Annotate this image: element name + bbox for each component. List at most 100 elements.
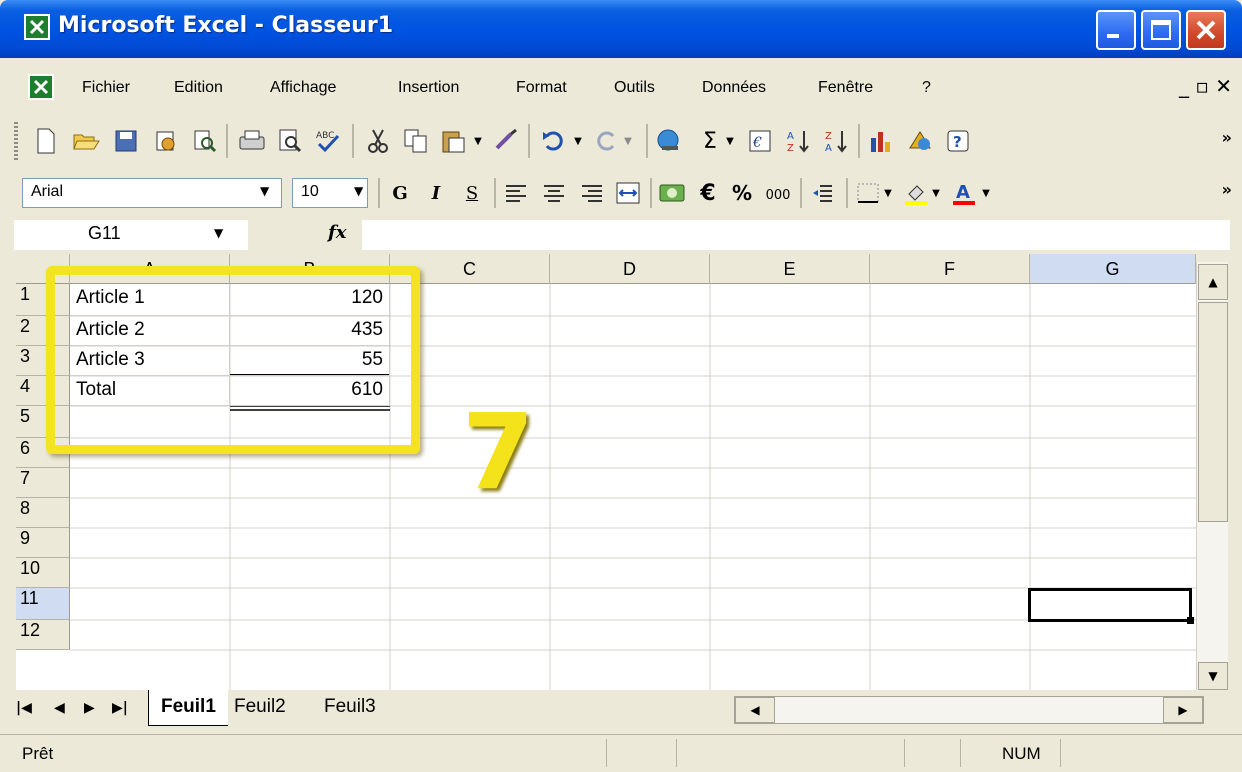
- bold-button[interactable]: G: [384, 177, 416, 209]
- copy-icon[interactable]: [400, 125, 432, 157]
- step-number-annotation: 7: [462, 391, 535, 513]
- column-header-e[interactable]: E: [710, 254, 870, 284]
- horizontal-scrollbar[interactable]: ◀ ▶: [734, 696, 1204, 724]
- redo-dropdown-icon[interactable]: ▼: [620, 125, 636, 157]
- drawing-icon[interactable]: [904, 125, 936, 157]
- fill-dropdown-icon[interactable]: ▼: [928, 177, 944, 209]
- tab-feuil3[interactable]: Feuil3: [324, 690, 376, 726]
- paste-dropdown-icon[interactable]: ▼: [470, 125, 486, 157]
- menu-insertion[interactable]: Insertion: [398, 79, 459, 97]
- chevron-down-icon[interactable]: ▼: [354, 184, 363, 198]
- column-header-f[interactable]: F: [870, 254, 1030, 284]
- menu-affichage[interactable]: Affichage: [270, 79, 336, 97]
- help-icon[interactable]: ?: [942, 125, 974, 157]
- scroll-up-icon[interactable]: ▲: [1198, 264, 1228, 300]
- toolbar-separator: [650, 178, 652, 208]
- close-button[interactable]: [1186, 10, 1226, 50]
- autosum-dropdown-icon[interactable]: ▼: [722, 125, 738, 157]
- toolbar-grip[interactable]: [14, 122, 18, 160]
- underline-button[interactable]: S: [456, 177, 488, 209]
- fill-handle[interactable]: [1187, 617, 1194, 624]
- chevron-down-icon[interactable]: ▼: [214, 226, 223, 240]
- title-bar[interactable]: Microsoft Excel - Classeur1: [0, 0, 1242, 58]
- column-header-d[interactable]: D: [550, 254, 710, 284]
- menu-help[interactable]: ?: [922, 79, 931, 97]
- search-icon[interactable]: [188, 125, 220, 157]
- toolbar-separator: [646, 124, 648, 158]
- menu-format[interactable]: Format: [516, 79, 567, 97]
- undo-icon[interactable]: [538, 125, 570, 157]
- paste-icon[interactable]: [438, 125, 470, 157]
- svg-text:ABC: ABC: [316, 131, 334, 141]
- row-header-8[interactable]: 8: [16, 498, 70, 528]
- row-header-9[interactable]: 9: [16, 528, 70, 558]
- maximize-button[interactable]: [1141, 10, 1181, 50]
- last-sheet-icon[interactable]: ▶|: [112, 700, 128, 716]
- row-header-11[interactable]: 11: [16, 588, 70, 620]
- print-icon[interactable]: [236, 125, 268, 157]
- excel-logo-icon[interactable]: [24, 14, 50, 40]
- menu-outils[interactable]: Outils: [614, 79, 655, 97]
- row-header-10[interactable]: 10: [16, 558, 70, 588]
- sort-desc-icon[interactable]: ZA: [820, 125, 852, 157]
- function-icon[interactable]: €: [744, 125, 776, 157]
- font-color-icon[interactable]: A: [948, 177, 980, 209]
- formula-input[interactable]: [362, 220, 1230, 250]
- align-center-icon[interactable]: [538, 177, 570, 209]
- format-painter-icon[interactable]: [490, 125, 522, 157]
- first-sheet-icon[interactable]: |◀: [16, 700, 32, 716]
- tab-feuil1[interactable]: Feuil1: [148, 690, 228, 726]
- borders-dropdown-icon[interactable]: ▼: [880, 177, 896, 209]
- spelling-icon[interactable]: ABC: [312, 125, 344, 157]
- open-icon[interactable]: [70, 125, 102, 157]
- euro-format-icon[interactable]: €: [692, 177, 724, 209]
- toolbar-overflow-chevron[interactable]: »: [1222, 128, 1232, 147]
- align-right-icon[interactable]: [576, 177, 608, 209]
- align-left-icon[interactable]: [500, 177, 532, 209]
- decrease-indent-icon[interactable]: [806, 177, 838, 209]
- font-name-combo[interactable]: Arial: [22, 178, 282, 208]
- menu-fichier[interactable]: Fichier: [82, 79, 130, 97]
- document-window-controls[interactable]: _ ▫ ✕: [1179, 74, 1232, 98]
- menu-edition[interactable]: Edition: [174, 79, 223, 97]
- row-header-7[interactable]: 7: [16, 468, 70, 498]
- active-cell-g11[interactable]: [1028, 588, 1192, 622]
- next-sheet-icon[interactable]: ▶: [84, 700, 95, 716]
- sort-asc-icon[interactable]: AZ: [782, 125, 814, 157]
- thousands-format-icon[interactable]: 000: [762, 179, 794, 211]
- insert-function-icon[interactable]: fx: [328, 222, 346, 243]
- redo-icon[interactable]: [590, 125, 622, 157]
- italic-button[interactable]: I: [420, 177, 452, 209]
- scroll-right-icon[interactable]: ▶: [1163, 697, 1203, 723]
- hyperlink-icon[interactable]: [654, 125, 686, 157]
- chevron-down-icon[interactable]: ▼: [260, 184, 269, 198]
- font-color-dropdown-icon[interactable]: ▼: [978, 177, 994, 209]
- vertical-scrollbar[interactable]: ▲ ▼: [1196, 262, 1228, 690]
- percent-format-icon[interactable]: %: [726, 177, 758, 209]
- menu-fenetre[interactable]: Fenêtre: [818, 79, 873, 97]
- status-bar: Prêt NUM: [0, 734, 1242, 772]
- undo-dropdown-icon[interactable]: ▼: [570, 125, 586, 157]
- scroll-left-icon[interactable]: ◀: [735, 697, 775, 723]
- new-icon[interactable]: [30, 125, 62, 157]
- toolbar-separator: [494, 178, 496, 208]
- workbook-icon[interactable]: [28, 74, 54, 100]
- row-header-12[interactable]: 12: [16, 620, 70, 650]
- save-icon[interactable]: [110, 125, 142, 157]
- tab-feuil2[interactable]: Feuil2: [234, 690, 286, 726]
- minimize-button[interactable]: [1096, 10, 1136, 50]
- name-box[interactable]: G11: [14, 220, 248, 250]
- preview-icon[interactable]: [274, 125, 306, 157]
- merge-center-icon[interactable]: [612, 177, 644, 209]
- permission-icon[interactable]: [150, 125, 182, 157]
- cut-icon[interactable]: [362, 125, 394, 157]
- scroll-down-icon[interactable]: ▼: [1198, 662, 1228, 690]
- menu-donnees[interactable]: Données: [702, 79, 766, 97]
- chart-icon[interactable]: [866, 125, 898, 157]
- currency-format-icon[interactable]: [656, 177, 688, 209]
- column-header-g[interactable]: G: [1030, 254, 1196, 284]
- prev-sheet-icon[interactable]: ◀: [54, 700, 65, 716]
- toolbar-overflow-chevron[interactable]: »: [1222, 180, 1232, 199]
- window-title: Microsoft Excel - Classeur1: [58, 13, 394, 38]
- vertical-scroll-thumb[interactable]: [1198, 302, 1228, 522]
